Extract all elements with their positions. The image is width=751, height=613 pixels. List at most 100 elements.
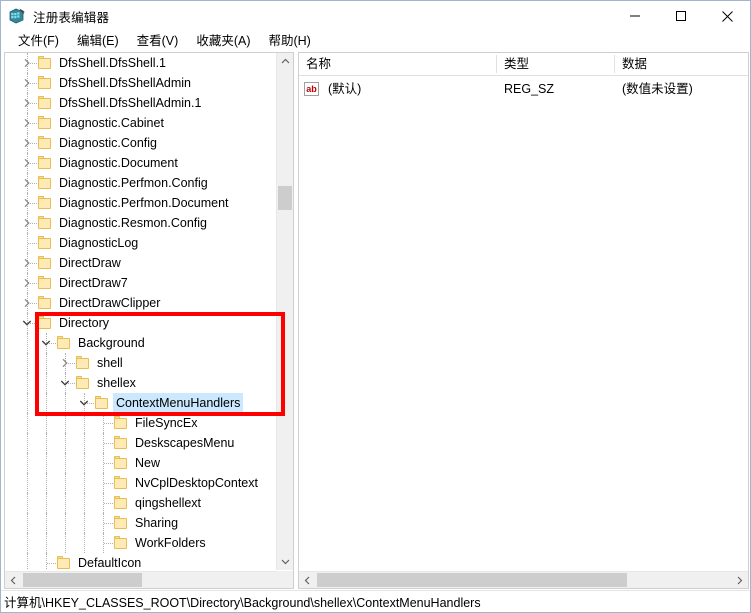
- chevron-right-icon[interactable]: [19, 93, 35, 113]
- column-header-data[interactable]: 数据: [615, 53, 748, 75]
- menu-item-file[interactable]: 文件(F): [9, 32, 68, 51]
- chevron-right-icon[interactable]: [19, 193, 35, 213]
- minimize-button[interactable]: [612, 1, 658, 31]
- chevron-right-icon[interactable]: [19, 293, 35, 313]
- folder-icon: [38, 156, 53, 170]
- tree-item[interactable]: DirectDrawClipper: [5, 293, 276, 313]
- tree-item-label: DirectDraw: [59, 256, 121, 270]
- folder-icon: [114, 536, 129, 550]
- column-header-type[interactable]: 类型: [497, 53, 615, 75]
- tree-connector-line: [104, 423, 113, 425]
- tree-item-label: NvCplDesktopContext: [135, 476, 258, 490]
- tree-guide-line: [46, 473, 48, 493]
- registry-tree: DfsShell.DfsShell.1 DfsShell.DfsShellAdmi…: [5, 53, 276, 570]
- tree-item[interactable]: ContextMenuHandlers: [5, 393, 276, 413]
- window-controls: [612, 1, 750, 31]
- folder-icon: [38, 196, 53, 210]
- chevron-right-icon[interactable]: [19, 173, 35, 193]
- values-scroll-left-arrow-icon[interactable]: [299, 572, 316, 588]
- chevron-right-icon[interactable]: [57, 353, 73, 373]
- column-header-name[interactable]: 名称: [299, 53, 497, 75]
- tree-guide-line: [84, 533, 86, 553]
- tree-item[interactable]: DirectDraw: [5, 253, 276, 273]
- tree-item-label: shell: [97, 356, 123, 370]
- close-button[interactable]: [704, 1, 750, 31]
- value-row[interactable]: ab (默认) REG_SZ (数值未设置): [299, 79, 748, 99]
- tree-item[interactable]: DirectDraw7: [5, 273, 276, 293]
- values-horizontal-scrollbar[interactable]: [299, 571, 748, 588]
- tree-item[interactable]: Diagnostic.Document: [5, 153, 276, 173]
- folder-icon: [114, 456, 129, 470]
- tree-item[interactable]: shell: [5, 353, 276, 373]
- chevron-right-icon[interactable]: [19, 273, 35, 293]
- menu-item-help[interactable]: 帮助(H): [259, 32, 319, 51]
- chevron-down-icon[interactable]: [57, 373, 73, 393]
- tree-item[interactable]: New: [5, 453, 276, 473]
- tree-vertical-scroll-thumb[interactable]: [278, 186, 292, 210]
- maximize-button[interactable]: [658, 1, 704, 31]
- tree-item[interactable]: Diagnostic.Cabinet: [5, 113, 276, 133]
- tree-item[interactable]: DfsShell.DfsShellAdmin.1: [5, 93, 276, 113]
- folder-icon: [38, 256, 53, 270]
- tree-item-label: DiagnosticLog: [59, 236, 139, 250]
- chevron-down-icon[interactable]: [19, 313, 35, 333]
- tree-vertical-scrollbar[interactable]: [276, 53, 293, 570]
- menu-item-view[interactable]: 查看(V): [128, 32, 188, 51]
- tree-horizontal-scrollbar[interactable]: [5, 571, 293, 588]
- registry-values-pane: 名称 类型 数据 ab (默认) REG_SZ (数值未设置): [298, 52, 749, 589]
- tree-item-label: DirectDrawClipper: [59, 296, 161, 310]
- tree-item-label: ContextMenuHandlers: [113, 393, 244, 413]
- scroll-left-arrow-icon[interactable]: [5, 572, 22, 588]
- tree-horizontal-scroll-thumb[interactable]: [23, 573, 142, 587]
- scroll-down-arrow-icon[interactable]: [277, 553, 293, 570]
- chevron-right-icon[interactable]: [19, 73, 35, 93]
- chevron-down-icon[interactable]: [38, 333, 54, 353]
- tree-guide-line: [27, 473, 29, 493]
- scroll-up-arrow-icon[interactable]: [277, 53, 293, 70]
- chevron-right-icon[interactable]: [19, 113, 35, 133]
- folder-icon: [114, 416, 129, 430]
- values-scroll-right-arrow-icon[interactable]: [731, 572, 748, 588]
- tree-connector-line: [47, 563, 56, 565]
- folder-icon: [38, 176, 53, 190]
- tree-item[interactable]: FileSyncEx: [5, 413, 276, 433]
- tree-item[interactable]: WorkFolders: [5, 533, 276, 553]
- tree-item[interactable]: Diagnostic.Perfmon.Document: [5, 193, 276, 213]
- registry-editor-window: 注册表编辑器 文件(F) 编辑(E) 查看(V) 收藏夹(A) 帮助(H) Df…: [0, 0, 751, 613]
- chevron-right-icon[interactable]: [19, 53, 35, 73]
- tree-guide-line: [46, 493, 48, 513]
- tree-item[interactable]: DefaultIcon: [5, 553, 276, 570]
- tree-item[interactable]: NvCplDesktopContext: [5, 473, 276, 493]
- chevron-right-icon[interactable]: [19, 153, 35, 173]
- tree-item[interactable]: DfsShell.DfsShell.1: [5, 53, 276, 73]
- tree-item[interactable]: DiagnosticLog: [5, 233, 276, 253]
- folder-icon: [38, 316, 53, 330]
- tree-item[interactable]: Diagnostic.Resmon.Config: [5, 213, 276, 233]
- tree-item[interactable]: Diagnostic.Perfmon.Config: [5, 173, 276, 193]
- tree-guide-line: [27, 413, 29, 433]
- chevron-right-icon[interactable]: [19, 133, 35, 153]
- value-type: REG_SZ: [504, 82, 555, 96]
- tree-scroll-corner: [276, 571, 293, 588]
- values-horizontal-scroll-thumb[interactable]: [317, 573, 627, 587]
- tree-item[interactable]: Background: [5, 333, 276, 353]
- menu-item-favorites[interactable]: 收藏夹(A): [187, 32, 259, 51]
- tree-item-label: Diagnostic.Resmon.Config: [59, 216, 207, 230]
- tree-guide-line: [84, 413, 86, 433]
- chevron-right-icon[interactable]: [19, 213, 35, 233]
- tree-guide-line: [27, 393, 29, 413]
- tree-item[interactable]: DfsShell.DfsShellAdmin: [5, 73, 276, 93]
- chevron-down-icon[interactable]: [76, 393, 92, 413]
- menu-item-edit[interactable]: 编辑(E): [68, 32, 128, 51]
- tree-item-label: Diagnostic.Config: [59, 136, 157, 150]
- chevron-right-icon[interactable]: [19, 253, 35, 273]
- tree-item[interactable]: Directory: [5, 313, 276, 333]
- tree-item-label: Diagnostic.Perfmon.Config: [59, 176, 208, 190]
- tree-item[interactable]: qingshellext: [5, 493, 276, 513]
- tree-item[interactable]: Sharing: [5, 513, 276, 533]
- tree-item[interactable]: shellex: [5, 373, 276, 393]
- tree-item[interactable]: DeskscapesMenu: [5, 433, 276, 453]
- folder-icon: [38, 296, 53, 310]
- tree-item[interactable]: Diagnostic.Config: [5, 133, 276, 153]
- folder-icon: [76, 356, 91, 370]
